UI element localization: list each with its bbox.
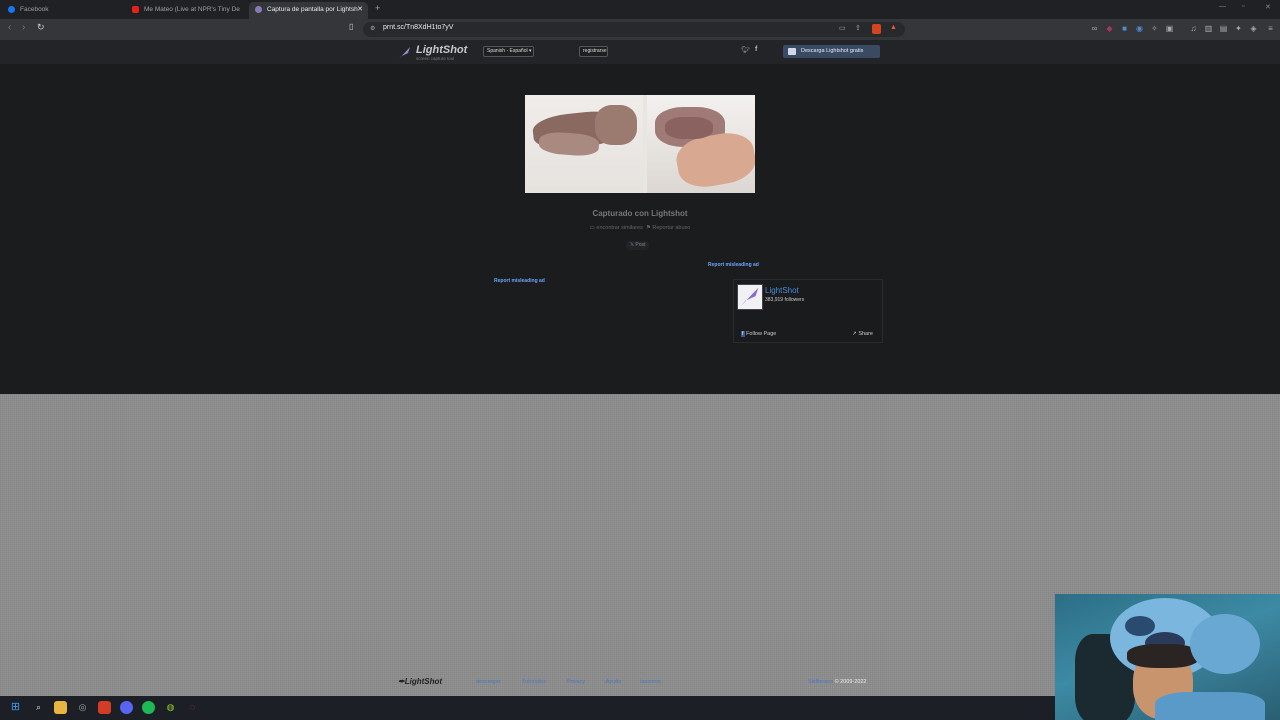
share-icon[interactable]: ⇪ [855,24,861,32]
x-post-button[interactable]: 𝕏 Post [626,241,650,250]
webcam-overlay [1055,594,1280,720]
tab-youtube[interactable]: Me Mateo (Live at NPR's Tiny De [126,2,244,19]
captured-image[interactable] [525,95,755,193]
capture-caption: Capturado con Lightshot [592,209,688,218]
language-label: Spanish - Español [487,48,528,54]
follow-label: Follow Page [746,331,777,337]
facebook-icon [8,6,15,13]
extensions-puzzle-icon[interactable]: ✧ [1150,24,1159,33]
minimize-icon[interactable]: — [1219,3,1226,10]
steam-icon[interactable]: ◎ [76,701,89,714]
share-label: Share [858,331,873,337]
share-icon: ↗ [852,331,857,337]
image-left-panel [525,95,643,193]
url-text: prnt.sc/Tn8XdH1to7yV [383,24,454,31]
download-label: Descarga Lightshot gratis [801,48,864,54]
shield-icon[interactable]: ◈ [1249,24,1258,33]
reload-icon[interactable]: ↻ [37,22,45,33]
tab-label: Captura de pantalla por Lightsh [267,6,358,13]
os-taskbar: ⊞ ⌕ ◎ ◍ ◌ [0,696,1055,720]
facebook-icon[interactable]: f [755,46,757,53]
share-button[interactable]: ↗ Share [852,331,873,337]
logo-subtitle: screen capture tool [416,56,455,61]
tab-label: Me Mateo (Live at NPR's Tiny De [144,6,240,13]
tab-bar: Facebook Me Mateo (Live at NPR's Tiny De… [0,0,1280,19]
menu-icon[interactable]: ≡ [1266,24,1275,33]
extension-icon[interactable]: ◉ [1135,24,1144,33]
facebook-icon: f [741,331,745,337]
download-button[interactable]: Descarga Lightshot gratis [783,45,880,58]
find-similar-icon: ▭ [589,225,595,231]
discord-icon[interactable] [120,701,133,714]
report-misleading-ad-link[interactable]: Report misleading ad [708,262,759,268]
cast-icon[interactable]: ▭ [839,24,846,32]
tab-facebook[interactable]: Facebook [2,2,122,19]
feather-icon [399,47,410,59]
language-select[interactable]: Spanish - Español ▾ [483,46,534,57]
footer-link-extra[interactable]: tassorus [640,679,661,685]
footer-logo-text: LightShot [404,677,443,686]
extension-icon[interactable]: ■ [1120,24,1129,33]
footer-logo[interactable]: ✒LightShot [398,677,442,686]
lightshot-icon [255,6,262,13]
extension-icon[interactable]: ∞ [1090,24,1099,33]
address-bar: ‹ › ↻ ▯ ⚙ prnt.sc/Tn8XdH1to7yV ▭ ⇪ ▲ ∞ ◆… [0,19,1280,40]
maximize-icon[interactable]: ▫ [1242,3,1244,10]
close-window-icon[interactable]: ✕ [1265,3,1271,11]
close-tab-icon[interactable]: ✕ [357,2,363,17]
facebook-page-widget: LightShot 383,919 followers f Follow Pag… [733,279,883,343]
logo-text: LightShot [416,44,468,56]
brave-rewards-icon[interactable]: ▲ [890,24,897,31]
image-actions: ▭ encontrar similares ⚑ Reportar abuso [540,225,740,231]
post-label: Post [635,242,646,248]
page-name[interactable]: LightShot [765,286,799,295]
footer-link-help[interactable]: ¡Ayuda [604,679,621,685]
app-icon[interactable]: ◍ [164,701,177,714]
feather-icon: ✒ [398,677,405,686]
media-icon[interactable]: ♫ [1189,24,1198,33]
tab-label: Facebook [20,6,49,13]
app-icon[interactable]: ◌ [186,701,199,714]
site-info-icon[interactable]: ⚙ [370,25,375,32]
search-icon[interactable]: ⌕ [32,701,45,714]
page-avatar[interactable] [737,284,763,310]
panel-icon[interactable]: ▥ [1204,24,1213,33]
extension-icon[interactable]: ◆ [1105,24,1114,33]
feather-icon [740,287,759,307]
forward-icon[interactable]: › [22,22,25,33]
site-header: LightShot screen capture tool Spanish - … [0,40,1280,64]
windows-start-icon[interactable]: ⊞ [9,701,22,714]
copyright-text: © 2009-2022 [833,679,867,685]
brave-shields-icon[interactable] [872,24,881,34]
follow-page-button[interactable]: f Follow Page [741,331,776,337]
footer-link-tutorials[interactable]: Tutoriales [522,679,546,685]
chevron-down-icon: ▾ [528,48,532,54]
x-icon: 𝕏 [630,242,635,248]
twitter-icon[interactable]: 🐦︎ [741,46,750,54]
spotify-icon[interactable] [142,701,155,714]
brave-browser-icon[interactable] [98,701,111,714]
sidebar-icon[interactable]: ▣ [1165,24,1174,33]
find-similar-link[interactable]: encontrar similares [596,225,642,231]
register-button[interactable]: registrarse [579,46,608,57]
tab-lightshot[interactable]: Captura de pantalla por Lightsh ✕ [249,2,368,19]
back-icon[interactable]: ‹ [8,22,11,33]
report-misleading-ad-link[interactable]: Report misleading ad [494,278,545,284]
footer-link-privacy[interactable]: Privacy [567,679,585,685]
report-icon: ⚑ [645,225,651,231]
report-abuse-link[interactable]: Reportar abuso [652,225,690,231]
copyright: Skillbrains © 2009-2022 [808,679,867,685]
wallet-icon[interactable]: ▤ [1219,24,1228,33]
brand-link[interactable]: Skillbrains [808,679,833,685]
image-right-panel [647,95,755,193]
download-icon [788,48,796,55]
youtube-icon [132,6,139,13]
footer-link-download[interactable]: descargar [476,679,500,685]
vpn-icon[interactable]: ✦ [1234,24,1243,33]
new-tab-button[interactable]: + [375,3,380,13]
url-field[interactable]: ⚙ prnt.sc/Tn8XdH1to7yV ▭ ⇪ ▲ [363,22,905,37]
file-explorer-icon[interactable] [54,701,67,714]
follower-count: 383,919 followers [765,297,805,303]
bookmark-icon[interactable]: ▯ [349,22,353,31]
